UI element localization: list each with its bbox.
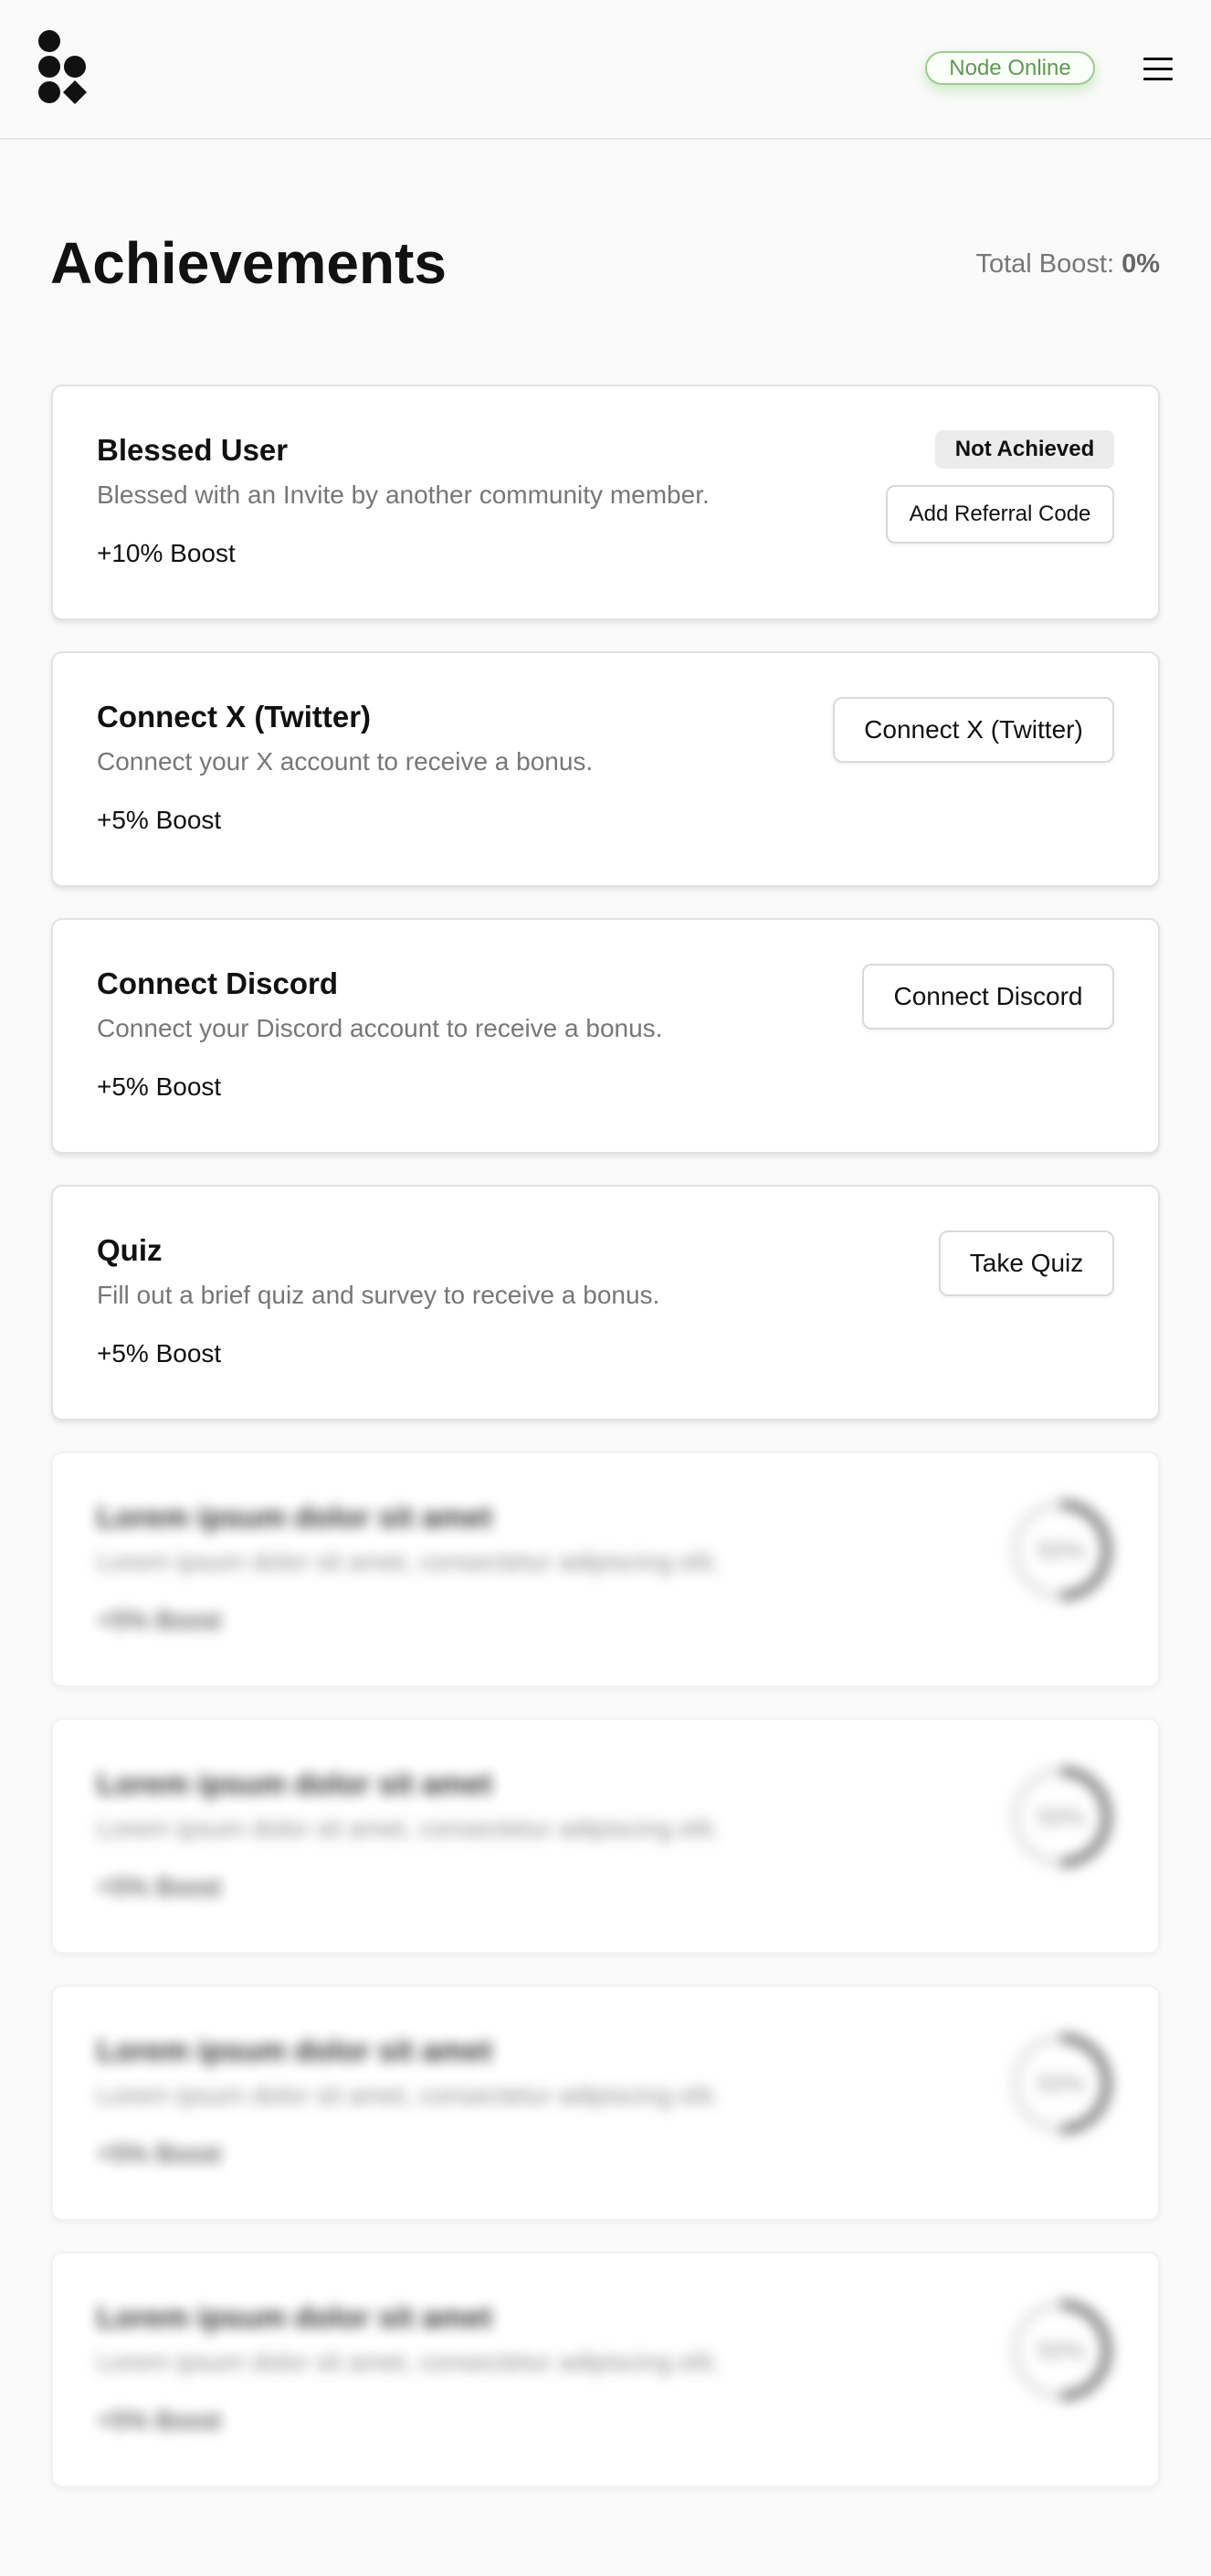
achievement-description: Blessed with an Invite by another commun… — [97, 480, 710, 509]
locked-achievement-card: Lorem ipsum dolor sit amet Lorem ipsum d… — [51, 1452, 1160, 1687]
achievement-title: Connect X (Twitter) — [97, 700, 372, 734]
locked-achievement-card: Lorem ipsum dolor sit amet Lorem ipsum d… — [51, 1718, 1160, 1954]
achievement-description: Connect your Discord account to receive … — [97, 1014, 663, 1042]
locked-achievement-card: Lorem ipsum dolor sit amet Lorem ipsum d… — [51, 2252, 1160, 2487]
page-title: Achievements — [50, 230, 447, 296]
achievement-title: Lorem ipsum dolor sit amet — [97, 1767, 492, 1800]
logo-shapes-icon[interactable] — [37, 29, 90, 108]
connect-x-button[interactable]: Connect X (Twitter) — [833, 697, 1114, 763]
add-referral-code-button[interactable]: Add Referral Code — [886, 485, 1114, 544]
achievement-description: Lorem ipsum dolor sit amet, consectetur … — [97, 1547, 720, 1576]
achievement-title: Blessed User — [97, 433, 289, 467]
achievement-card-connect-x: Connect X (Twitter) Connect your X accou… — [51, 651, 1160, 887]
achievement-boost: +5% Boost — [97, 1072, 222, 1101]
progress-value: 50% — [1037, 2070, 1086, 2097]
achievement-boost: +5% Boost — [97, 2139, 222, 2168]
progress-value: 50% — [1037, 2337, 1086, 2364]
node-status-badge: Node Online — [925, 51, 1095, 85]
achievement-boost: +5% Boost — [97, 2406, 222, 2434]
take-quiz-button[interactable]: Take Quiz — [939, 1230, 1114, 1296]
achievement-title: Quiz — [97, 1233, 163, 1267]
achievement-description: Fill out a brief quiz and survey to rece… — [97, 1281, 660, 1309]
achievement-boost: +5% Boost — [97, 1873, 222, 1901]
achievement-title: Lorem ipsum dolor sit amet — [97, 2300, 492, 2334]
achievement-description: Lorem ipsum dolor sit amet, consectetur … — [97, 2348, 720, 2376]
achievement-card-quiz: Quiz Fill out a brief quiz and survey to… — [51, 1185, 1160, 1420]
achievement-title: Lorem ipsum dolor sit amet — [97, 2033, 492, 2067]
connect-discord-button[interactable]: Connect Discord — [862, 964, 1114, 1029]
total-boost-value: 0% — [1121, 249, 1160, 279]
top-navigation-bar: Node Online — [0, 0, 1211, 140]
achievement-boost: +10% Boost — [97, 539, 236, 567]
total-boost-label: Total Boost: — [975, 249, 1115, 279]
hamburger-menu-icon[interactable] — [1143, 55, 1173, 82]
achievement-title: Lorem ipsum dolor sit amet — [97, 1500, 492, 1534]
achievement-description: Lorem ipsum dolor sit amet, consectetur … — [97, 1814, 720, 1842]
achievement-title: Connect Discord — [97, 966, 339, 1000]
progress-value: 50% — [1037, 1803, 1086, 1831]
achievement-description: Connect your X account to receive a bonu… — [97, 747, 594, 776]
not-achieved-badge: Not Achieved — [935, 430, 1114, 469]
achievement-boost: +5% Boost — [97, 806, 222, 834]
progress-value: 50% — [1037, 1536, 1086, 1564]
achievement-description: Lorem ipsum dolor sit amet, consectetur … — [97, 2081, 720, 2109]
achievement-boost: +5% Boost — [97, 1339, 222, 1367]
achievement-card-blessed-user: Blessed User Blessed with an Invite by a… — [51, 385, 1160, 620]
achievement-boost: +5% Boost — [97, 1606, 222, 1634]
achievement-card-connect-discord: Connect Discord Connect your Discord acc… — [51, 918, 1160, 1154]
locked-achievement-card: Lorem ipsum dolor sit amet Lorem ipsum d… — [51, 1985, 1160, 2221]
total-boost: Total Boost: 0% — [975, 248, 1160, 280]
